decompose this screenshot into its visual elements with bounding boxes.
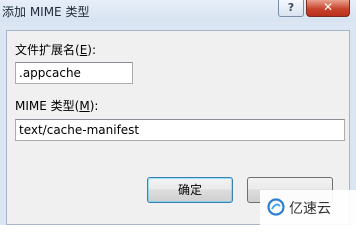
question-mark-icon: ? bbox=[287, 1, 295, 14]
mime-type-input[interactable]: text/cache-manifest bbox=[15, 119, 345, 141]
mime-type-label: MIME 类型(M): bbox=[15, 99, 99, 113]
ok-button[interactable]: 确定 bbox=[147, 177, 233, 203]
dialog-title: 添加 MIME 类型 bbox=[2, 5, 90, 19]
title-bar[interactable]: 添加 MIME 类型 ? ✕ bbox=[0, 0, 356, 22]
file-extension-input[interactable]: .appcache bbox=[15, 62, 133, 84]
watermark-text: 亿速云 bbox=[289, 201, 331, 217]
file-extension-label: 文件扩展名(E): bbox=[15, 43, 97, 57]
close-button[interactable]: ✕ bbox=[306, 0, 350, 17]
close-icon: ✕ bbox=[322, 0, 334, 14]
yisu-logo-icon bbox=[267, 198, 285, 216]
watermark: 亿速云 bbox=[260, 190, 356, 225]
add-mime-type-dialog: 添加 MIME 类型 ? ✕ 文件扩展名(E): .appcache MIME … bbox=[0, 0, 356, 225]
help-button[interactable]: ? bbox=[278, 0, 304, 17]
